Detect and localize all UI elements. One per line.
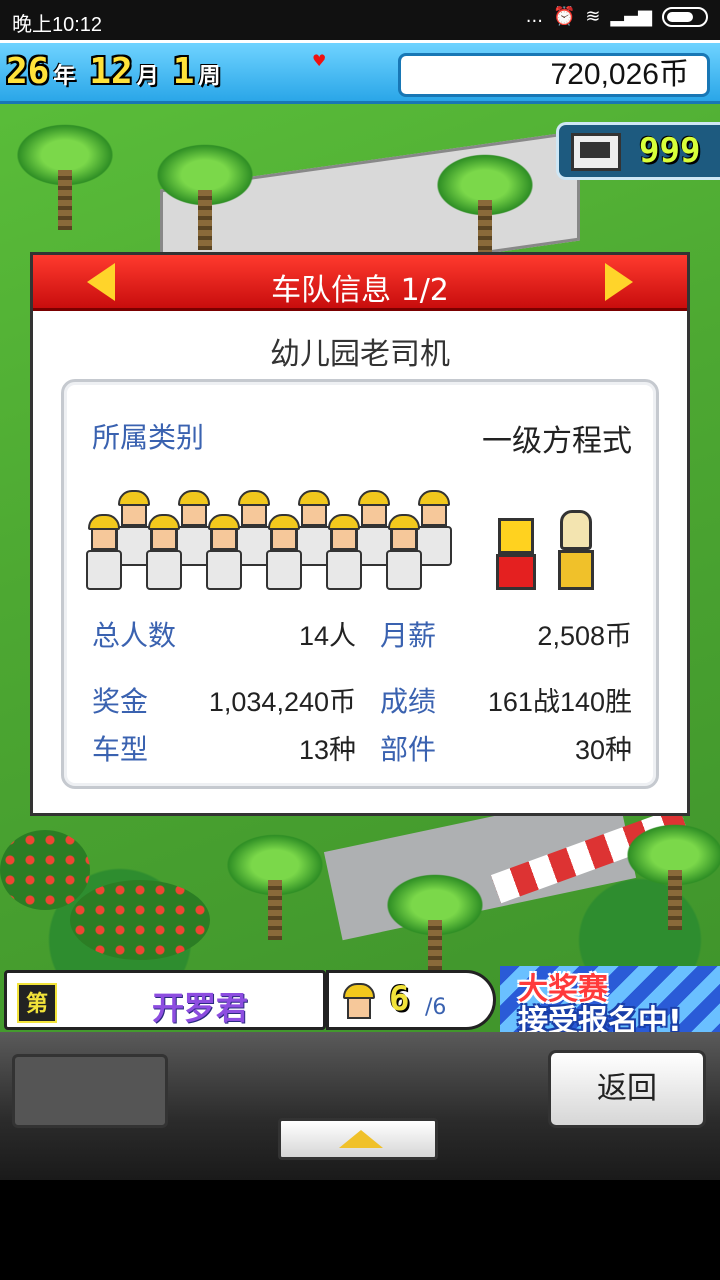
team-stats-panel: 所属类别 一级方程式 总人数 14人 月薪 2,508币 奖金 1,034,24… — [61, 379, 659, 789]
alarm-icon: ⏰ — [552, 6, 576, 27]
stat-label: 奖金 — [92, 685, 149, 718]
staff-total: /6 — [425, 995, 447, 1020]
next-page-arrow-icon[interactable] — [605, 263, 633, 301]
date-bar: 26 年 12 月 1 周 ♥ 720,026币 — [0, 40, 720, 104]
month-value: 12 — [89, 51, 133, 92]
flower-bed — [70, 880, 210, 960]
stat-value: 30种 — [574, 735, 632, 765]
expand-menu-button[interactable] — [278, 1118, 438, 1160]
stat-value: 14人 — [298, 621, 356, 651]
mechanic-icon — [324, 514, 364, 590]
flower-bed — [0, 830, 90, 910]
team-name: 幼儿园老司机 — [270, 337, 450, 372]
grand-prix-banner[interactable]: 大奖赛 接受报名中! — [500, 966, 720, 1039]
mechanic-icon — [264, 514, 304, 590]
control-console: 返回 — [0, 1032, 720, 1180]
old-man-icon — [556, 510, 596, 590]
stat-label: 车型 — [92, 733, 149, 766]
stat-value: 13种 — [298, 735, 356, 765]
crew-members — [78, 490, 638, 590]
palm-tree — [10, 120, 120, 230]
week-value: 1 — [172, 51, 195, 92]
rank-panel[interactable]: 第1 开罗君 — [4, 970, 326, 1057]
stat-value: 2,508币 — [537, 621, 632, 651]
signal-icon: ▂▄▆ — [610, 6, 652, 27]
stat-label: 总人数 — [92, 619, 177, 652]
category-value: 一级方程式 — [482, 425, 632, 458]
palm-tree — [220, 830, 330, 940]
money-display: 720,026币 — [398, 53, 710, 97]
research-points-badge[interactable]: 999 — [556, 122, 720, 180]
team-status-bar: 第1 开罗君 6 /6 大奖赛 接受报名中! — [0, 966, 720, 1057]
year-unit: 年 — [53, 64, 76, 89]
palm-tree — [430, 150, 540, 260]
mechanic-icon — [204, 514, 244, 590]
empty-slot — [12, 1054, 168, 1128]
category-label: 所属类别 — [92, 421, 205, 454]
mechanic-icon — [144, 514, 184, 590]
status-icons: ... ⏰ ≋ ▂▄▆ — [526, 6, 708, 27]
robot-driver-icon — [494, 514, 538, 590]
status-bar: 晚上10:12 ... ⏰ ≋ ▂▄▆ — [0, 0, 720, 40]
team-info-dialog: 车队信息 1/2 幼儿园老司机 所属类别 一级方程式 总人数 14人 月薪 2,… — [30, 252, 690, 816]
palm-tree — [620, 820, 720, 930]
palm-tree — [150, 140, 260, 250]
stat-value: 1,034,240币 — [208, 687, 356, 717]
stat-label: 部件 — [380, 733, 437, 766]
month-unit: 月 — [136, 64, 159, 89]
battery-icon — [662, 6, 708, 27]
mechanic-icon — [84, 514, 124, 590]
dialog-header: 车队信息 1/2 — [33, 255, 687, 311]
staff-panel[interactable]: 6 /6 — [326, 970, 496, 1030]
stat-value: 161战140胜 — [487, 687, 632, 717]
stat-label: 月薪 — [380, 619, 437, 652]
year-value: 26 — [6, 51, 50, 92]
staff-count: 6 — [389, 979, 410, 1019]
more-dots-icon: ... — [525, 6, 543, 27]
week-unit: 周 — [198, 64, 221, 89]
mechanic-icon — [339, 983, 379, 1023]
heart-icon: ♥ — [312, 51, 327, 70]
dialog-title: 车队信息 1/2 — [271, 273, 449, 308]
stat-label: 成绩 — [380, 685, 437, 718]
computer-icon — [571, 133, 621, 171]
research-points-value: 999 — [639, 131, 701, 171]
game-date: 26 年 12 月 1 周 — [6, 51, 230, 92]
clock: 晚上10:12 — [12, 14, 103, 36]
rank-badge: 第1 — [17, 983, 57, 1057]
mechanic-icon — [384, 514, 424, 590]
wifi-icon: ≋ — [585, 6, 601, 27]
up-arrow-icon — [339, 1130, 383, 1148]
back-button[interactable]: 返回 — [548, 1050, 706, 1128]
palm-tree — [380, 870, 490, 980]
driver-name: 开罗君 — [151, 989, 248, 1027]
